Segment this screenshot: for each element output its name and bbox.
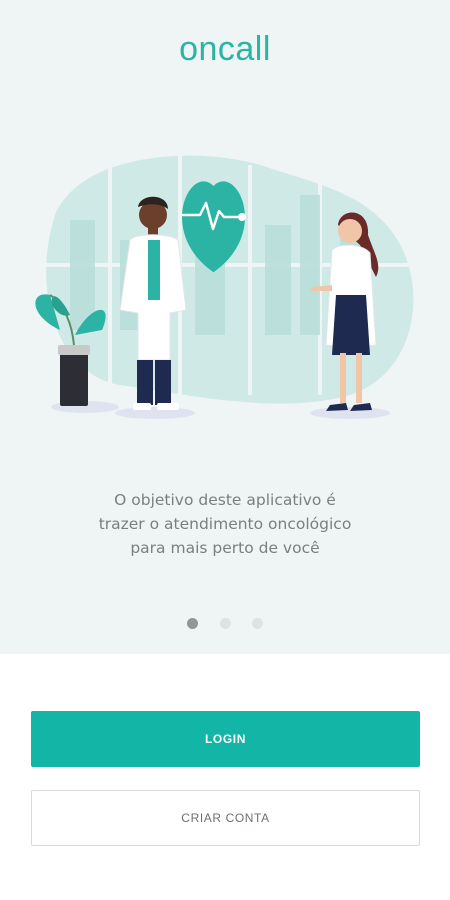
onboarding-message-line: para mais perto de você — [130, 539, 320, 557]
doctors-illustration — [35, 145, 415, 419]
create-account-button[interactable]: CRIAR CONTA — [31, 790, 420, 846]
onboarding-message-line: O objetivo deste aplicativo é — [114, 491, 336, 509]
login-button[interactable]: LOGIN — [31, 711, 420, 767]
onboarding-panel: oncall O objetivo deste aplicativo é tra… — [0, 0, 450, 654]
page-indicator — [0, 614, 450, 629]
page-indicator-dot-2[interactable] — [219, 618, 231, 629]
page-indicator-dot-1[interactable] — [187, 618, 199, 629]
app-logo: oncall — [179, 30, 271, 68]
onboarding-message: O objetivo deste aplicativo é trazer o a… — [60, 488, 390, 560]
onboarding-message-line: trazer o atendimento oncológico — [98, 515, 352, 533]
page-indicator-dot-3[interactable] — [251, 618, 263, 629]
